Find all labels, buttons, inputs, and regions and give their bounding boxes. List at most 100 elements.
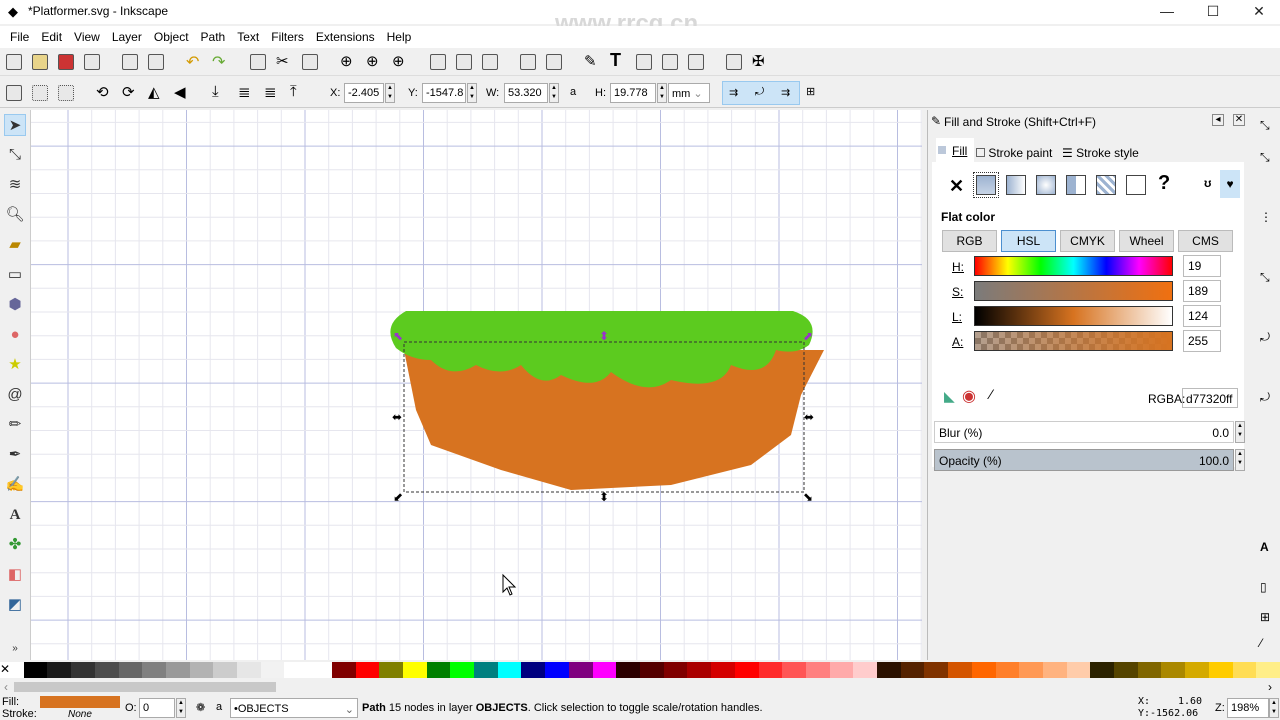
h-slider[interactable] [974, 256, 1173, 276]
align-distribute-icon[interactable] [688, 54, 704, 70]
rotate-ccw-icon[interactable]: ⟲ [96, 83, 109, 101]
zoom-page-icon[interactable]: ⊕ [392, 52, 405, 70]
palette-swatch[interactable] [924, 662, 949, 678]
zoom-drawing-icon[interactable]: ⊕ [366, 52, 379, 70]
horizontal-scrollbar[interactable]: ‹ › [0, 680, 1280, 694]
palette-swatch[interactable] [1066, 662, 1091, 678]
open-icon[interactable] [32, 54, 48, 70]
mode-rgb[interactable]: RGB [942, 230, 997, 252]
radial-gradient-icon[interactable] [1036, 175, 1056, 195]
palette-swatch[interactable] [450, 662, 475, 678]
3d-box-tool-icon[interactable]: ⬢ [4, 294, 26, 316]
blur-spinner[interactable]: ▲ ▼ [1235, 421, 1245, 443]
palette-swatch[interactable] [829, 662, 854, 678]
menu-extensions[interactable]: Extensions [310, 26, 381, 48]
drawing-canvas[interactable]: ⬉ ⬍ ⬈ ⬌ ⬌ ⬋ ⬍ ⬊ [30, 110, 922, 660]
palette-swatch[interactable] [853, 662, 878, 678]
tab-stroke-style[interactable]: ☰ Stroke style [1062, 146, 1139, 160]
palette-swatch[interactable] [1185, 662, 1209, 678]
mode-cms[interactable]: CMS [1178, 230, 1233, 252]
document-properties-icon[interactable] [726, 54, 742, 70]
palette-swatch[interactable] [616, 662, 640, 678]
palette-swatch[interactable] [94, 662, 119, 678]
undo-icon[interactable]: ↶ [186, 52, 199, 72]
transform-patterns-icon[interactable]: ⊞ [806, 85, 815, 98]
paint-bucket-tool-icon[interactable]: ◩ [4, 594, 26, 616]
palette-swatch[interactable] [663, 662, 688, 678]
snap-guide-icon[interactable]: ⁄ [1260, 636, 1262, 650]
lower-to-bottom-icon[interactable]: ⤓ [212, 83, 219, 100]
paste-icon[interactable] [302, 54, 318, 70]
palette-swatch[interactable] [426, 662, 451, 678]
node-tool-icon[interactable]: ⤡ [4, 144, 26, 166]
menu-file[interactable]: File [4, 26, 35, 48]
raise-icon[interactable]: ≣ [264, 83, 277, 101]
snap-page-icon[interactable]: ▯ [1260, 580, 1267, 594]
w-spinner[interactable]: ▲ ▼ [549, 83, 559, 103]
color-picker-icon[interactable]: ⁄ [990, 386, 992, 402]
palette-swatch[interactable] [237, 662, 261, 678]
palette-swatch[interactable] [568, 662, 593, 678]
swatch-icon[interactable] [1126, 175, 1146, 195]
h-value[interactable]: 19 [1183, 255, 1221, 277]
zoom-selection-icon[interactable]: ⊕ [340, 52, 353, 70]
cut-icon[interactable]: ✂ [276, 52, 289, 70]
scale-corners-icon[interactable]: ⤾ [755, 86, 764, 99]
palette-swatch[interactable] [165, 662, 190, 678]
opacity-input-status[interactable]: 0 [139, 698, 175, 718]
text-font-icon[interactable]: T [610, 50, 621, 71]
s-slider[interactable] [974, 281, 1173, 301]
palette-swatch[interactable] [948, 662, 972, 678]
opacity-slider[interactable]: Opacity (%) 100.0 [934, 449, 1234, 471]
w-input[interactable]: 53.320 [504, 83, 548, 103]
scroll-right-icon[interactable]: › [1268, 680, 1272, 694]
duplicate-icon[interactable] [250, 54, 266, 70]
palette-swatch[interactable] [758, 662, 783, 678]
redo-icon[interactable]: ↷ [212, 52, 225, 72]
snap-grid-icon[interactable]: ⊞ [1260, 610, 1270, 624]
mode-wheel[interactable]: Wheel [1119, 230, 1174, 252]
scroll-thumb[interactable] [14, 682, 276, 692]
palette-swatch[interactable] [1256, 662, 1280, 678]
palette-swatch[interactable] [47, 662, 72, 678]
y-input[interactable]: -1547.8 [422, 83, 466, 103]
y-spinner[interactable]: ▲ ▼ [467, 83, 477, 103]
palette-swatch[interactable] [189, 662, 214, 678]
stroke-value[interactable]: None [68, 709, 92, 720]
rotate-cw-icon[interactable]: ⟳ [122, 83, 135, 101]
spiral-tool-icon[interactable]: @ [4, 384, 26, 406]
tab-stroke-paint[interactable]: Stroke paint [976, 146, 1052, 160]
rectangle-tool-icon[interactable]: ▭ [4, 264, 26, 286]
palette-swatch[interactable] [805, 662, 830, 678]
palette-swatch[interactable] [1137, 662, 1162, 678]
snap-nodes-icon[interactable]: ⤡ [1260, 270, 1270, 285]
palette-swatch[interactable] [260, 662, 285, 678]
h-spinner[interactable]: ▲ ▼ [657, 83, 667, 103]
s-value[interactable]: 189 [1183, 280, 1221, 302]
pattern-icon[interactable] [1096, 175, 1116, 195]
snap-enable-icon[interactable]: ⤡ [1260, 118, 1270, 133]
menu-layer[interactable]: Layer [106, 26, 148, 48]
unit-select[interactable]: mm ⌄ [668, 83, 710, 103]
flip-vertical-icon[interactable]: ◀ [174, 83, 186, 101]
select-all-layers-icon[interactable] [32, 85, 48, 101]
snap-bbox-edge-icon[interactable]: ⋮ [1260, 210, 1272, 224]
palette-swatch[interactable] [711, 662, 735, 678]
rgba-input[interactable]: d77320ff [1182, 388, 1238, 408]
duplicate-object-icon[interactable] [430, 54, 446, 70]
palette-swatch[interactable] [71, 662, 95, 678]
snap-text-baseline-icon[interactable]: A [1260, 540, 1269, 554]
maximize-button[interactable]: ☐ [1190, 0, 1236, 24]
palette-swatch[interactable] [379, 662, 403, 678]
palette-swatch[interactable] [995, 662, 1020, 678]
group-icon[interactable] [520, 54, 536, 70]
tweak-tool-icon[interactable]: ≋ [4, 174, 26, 196]
palette-swatch[interactable] [1019, 662, 1043, 678]
x-spinner[interactable]: ▲ ▼ [385, 83, 395, 103]
tab-fill[interactable]: Fill [936, 138, 974, 164]
measure-tool-icon[interactable]: ▰ [4, 234, 26, 256]
export-icon[interactable] [148, 54, 164, 70]
ellipse-tool-icon[interactable]: ● [4, 324, 26, 346]
palette-swatch[interactable] [1114, 662, 1138, 678]
unlink-clone-icon[interactable] [482, 54, 498, 70]
